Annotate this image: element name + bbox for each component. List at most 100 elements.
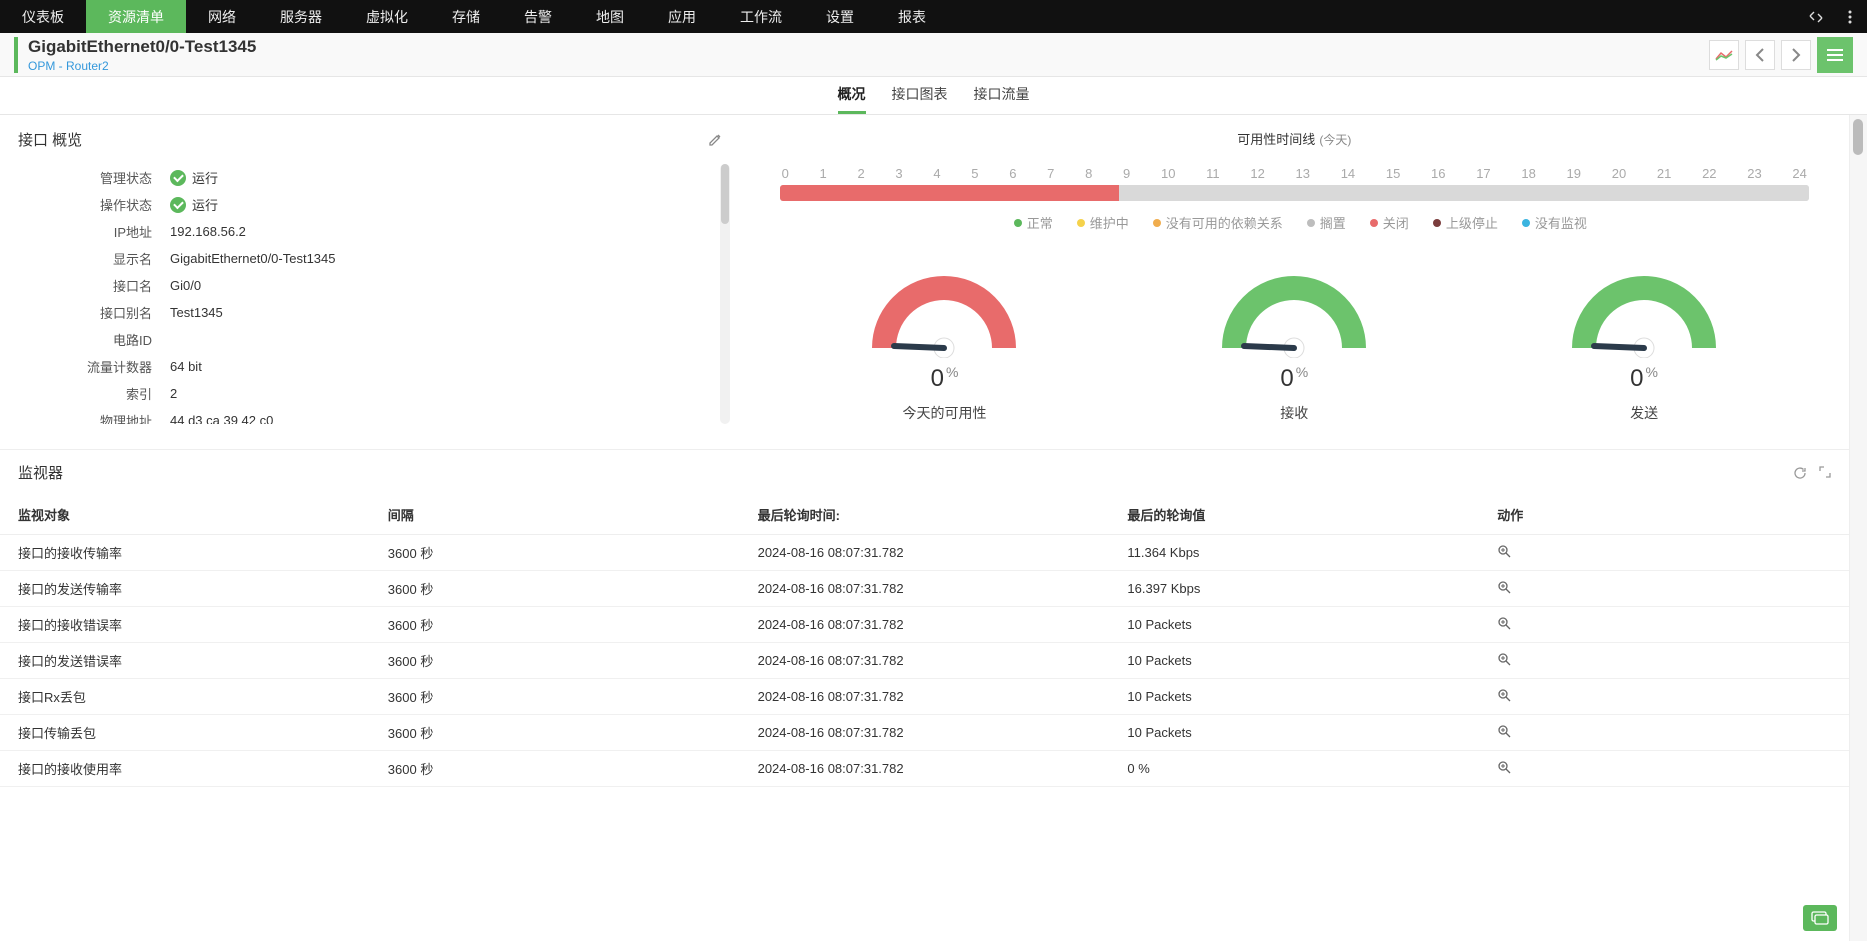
monitors-table: 监视对象间隔最后轮询时间:最后的轮询值动作 接口的接收传输率3600 秒2024… [0, 495, 1849, 787]
gauge-value: 0% [1214, 364, 1374, 393]
top-panels: 接口 概览 管理状态运行操作状态运行IP地址192.168.56.2显示名Gig… [0, 115, 1849, 443]
breadcrumb-subtitle[interactable]: OPM - Router2 [28, 59, 256, 73]
legend-item: 正常 [1002, 213, 1053, 232]
page-body: 接口 概览 管理状态运行操作状态运行IP地址192.168.56.2显示名Gig… [0, 115, 1867, 941]
nav-item-6[interactable]: 告警 [502, 0, 574, 33]
nav-item-7[interactable]: 地图 [574, 0, 646, 33]
timeline-bar [780, 185, 1809, 201]
overview-row: 显示名GigabitEthernet0/0-Test1345 [0, 245, 720, 272]
nav-item-8[interactable]: 应用 [646, 0, 718, 33]
refresh-icon [1793, 466, 1807, 480]
row-action[interactable] [1479, 715, 1849, 751]
collapse-icon [1809, 10, 1823, 24]
monitors-actions [1793, 466, 1831, 480]
col-1[interactable]: 间隔 [370, 495, 740, 535]
overview-row: 物理地址44 d3 ca 39 42 c0 [0, 407, 720, 424]
collapse-button[interactable] [1799, 0, 1833, 33]
nav-item-5[interactable]: 存储 [430, 0, 502, 33]
overview-row: 管理状态运行 [0, 164, 720, 191]
gauge-value: 0% [864, 364, 1024, 393]
row-action[interactable] [1479, 607, 1849, 643]
sub-tabs: 概况接口图表接口流量 [0, 77, 1867, 115]
col-0[interactable]: 监视对象 [0, 495, 370, 535]
magnify-icon [1497, 544, 1511, 558]
edit-button[interactable] [708, 133, 722, 147]
gauge-1: 0% 接收 [1214, 268, 1374, 423]
subtab-1[interactable]: 接口图表 [892, 84, 948, 114]
magnify-icon [1497, 688, 1511, 702]
overview-row: 流量计数器64 bit [0, 353, 720, 380]
chevron-right-icon [1791, 48, 1801, 62]
col-3[interactable]: 最后的轮询值 [1109, 495, 1479, 535]
magnify-icon [1497, 652, 1511, 666]
subtab-0[interactable]: 概况 [838, 84, 866, 114]
table-header-row: 监视对象间隔最后轮询时间:最后的轮询值动作 [0, 495, 1849, 535]
row-action[interactable] [1479, 643, 1849, 679]
nav-item-9[interactable]: 工作流 [718, 0, 804, 33]
page-scrollbar[interactable] [1849, 115, 1867, 941]
overview-key: 电路ID [0, 330, 170, 349]
next-button[interactable] [1781, 40, 1811, 70]
page-title: GigabitEthernet0/0-Test1345 [28, 37, 256, 57]
nav-item-11[interactable]: 报表 [876, 0, 948, 33]
overview-value: 运行 [170, 168, 218, 187]
gauge-label: 今天的可用性 [864, 403, 1024, 423]
chat-fab[interactable] [1803, 905, 1837, 931]
overview-row: IP地址192.168.56.2 [0, 218, 720, 245]
table-row: 接口Rx丢包3600 秒2024-08-16 08:07:31.78210 Pa… [0, 679, 1849, 715]
col-2[interactable]: 最后轮询时间: [740, 495, 1110, 535]
overview-row: 操作状态运行 [0, 191, 720, 218]
overview-scrollbar[interactable] [720, 164, 730, 424]
overview-value: 64 bit [170, 359, 202, 374]
legend-item: 没有可用的依赖关系 [1141, 213, 1283, 232]
overview-value: 44 d3 ca 39 42 c0 [170, 413, 273, 424]
expand-button[interactable] [1819, 466, 1831, 480]
overview-key: 接口名 [0, 276, 170, 295]
monitors-panel: 监视器 监视对象间隔最后轮询时间:最后的轮询值动作 接口的接收传输率3600 秒… [0, 449, 1849, 787]
prev-button[interactable] [1745, 40, 1775, 70]
nav-item-2[interactable]: 网络 [186, 0, 258, 33]
availability-timeline: 0123456789101112131415161718192021222324… [740, 162, 1849, 250]
overview-value: 2 [170, 386, 177, 401]
nav-item-10[interactable]: 设置 [804, 0, 876, 33]
table-row: 接口的接收传输率3600 秒2024-08-16 08:07:31.78211.… [0, 535, 1849, 571]
legend-item: 维护中 [1065, 213, 1129, 232]
magnify-icon [1497, 724, 1511, 738]
breadcrumb-titles: GigabitEthernet0/0-Test1345 OPM - Router… [28, 37, 256, 73]
col-4[interactable]: 动作 [1479, 495, 1849, 535]
nav-item-1[interactable]: 资源清单 [86, 0, 186, 33]
gauge-0: 0% 今天的可用性 [864, 268, 1024, 423]
chat-icon [1811, 911, 1829, 925]
overview-value: 运行 [170, 195, 218, 214]
expand-icon [1819, 466, 1831, 478]
subtab-2[interactable]: 接口流量 [974, 84, 1030, 114]
status-ok-icon [170, 170, 186, 186]
magnify-icon [1497, 760, 1511, 774]
overview-row: 接口别名Test1345 [0, 299, 720, 326]
more-button[interactable] [1833, 0, 1867, 33]
overview-header: 接口 概览 [0, 115, 740, 164]
nav-item-0[interactable]: 仪表板 [0, 0, 86, 33]
overview-value: 192.168.56.2 [170, 224, 246, 239]
scroll-pane: 接口 概览 管理状态运行操作状态运行IP地址192.168.56.2显示名Gig… [0, 115, 1849, 941]
breadcrumb-bar: GigabitEthernet0/0-Test1345 OPM - Router… [0, 33, 1867, 77]
chart-toggle-button[interactable] [1709, 40, 1739, 70]
row-action[interactable] [1479, 679, 1849, 715]
menu-button[interactable] [1817, 37, 1853, 73]
timeline-legend: 正常维护中没有可用的依赖关系搁置关闭上级停止没有监视 [780, 213, 1809, 232]
mini-chart-icon [1715, 49, 1733, 61]
refresh-button[interactable] [1793, 466, 1807, 480]
nav-item-3[interactable]: 服务器 [258, 0, 344, 33]
row-action[interactable] [1479, 571, 1849, 607]
overview-title: 接口 概览 [18, 129, 82, 150]
gauge-label: 接收 [1214, 403, 1374, 423]
legend-item: 关闭 [1358, 213, 1409, 232]
nav-item-4[interactable]: 虚拟化 [344, 0, 430, 33]
row-action[interactable] [1479, 751, 1849, 787]
overview-key: 接口别名 [0, 303, 170, 322]
timeline-segment [1119, 185, 1809, 201]
gauge-arc [864, 268, 1024, 358]
row-action[interactable] [1479, 535, 1849, 571]
overview-key: 操作状态 [0, 195, 170, 214]
overview-key: 索引 [0, 384, 170, 403]
